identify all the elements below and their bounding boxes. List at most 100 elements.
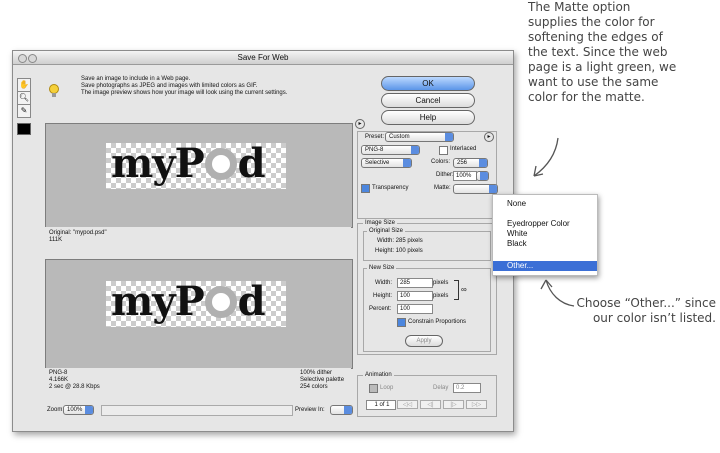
loop-label: Loop bbox=[380, 385, 394, 391]
optimized-image: myP d bbox=[106, 281, 286, 327]
palette-info: Selective palette bbox=[300, 377, 345, 383]
preview-in-browser-select[interactable] bbox=[330, 405, 353, 415]
ok-button[interactable]: OK bbox=[381, 76, 475, 91]
chevron-down-icon bbox=[411, 146, 419, 154]
info-line-3: The image preview shows how your image w… bbox=[81, 90, 288, 96]
image-size-title: Image Size bbox=[363, 219, 398, 227]
dither-slider-button[interactable] bbox=[476, 171, 489, 181]
chain-link-icon: ∞ bbox=[461, 285, 467, 294]
width-label: Width: bbox=[375, 280, 393, 286]
original-filename: Original: "mypod.psd" bbox=[49, 230, 107, 236]
apply-button[interactable]: Apply bbox=[405, 335, 443, 347]
chevron-down-icon bbox=[403, 159, 411, 167]
menu-item-black[interactable]: Black bbox=[493, 239, 597, 249]
constrain-bracket bbox=[454, 280, 459, 300]
cancel-button[interactable]: Cancel bbox=[381, 93, 475, 108]
title-bar[interactable]: Save For Web bbox=[13, 51, 513, 65]
colors-label: Colors: bbox=[431, 159, 451, 165]
height-unit: pixels bbox=[433, 293, 449, 299]
zoom-tool-icon[interactable]: 🔍︎ bbox=[17, 91, 31, 105]
width-field[interactable]: 285 bbox=[397, 278, 433, 288]
eyedropper-color-swatch[interactable] bbox=[17, 123, 31, 135]
logo-o-ring-icon bbox=[204, 148, 237, 180]
chevron-down-icon bbox=[85, 406, 93, 414]
browser-icon bbox=[344, 406, 352, 414]
info-line-2: Save photographs as JPEG and images with… bbox=[81, 83, 258, 89]
animation-group bbox=[357, 375, 497, 417]
dither-field[interactable]: 100% bbox=[453, 171, 477, 181]
menu-item-other[interactable]: Other... bbox=[493, 261, 597, 271]
optimized-preview-pane[interactable]: myP d bbox=[45, 259, 353, 369]
original-height: Height: 100 pixels bbox=[375, 248, 423, 254]
original-info-bar: Original: "mypod.psd" 111K bbox=[45, 227, 351, 257]
original-preview-pane[interactable]: myP d bbox=[45, 123, 353, 228]
annotation-arrow-down-icon bbox=[533, 137, 559, 177]
percent-field[interactable]: 100 bbox=[397, 304, 433, 314]
width-unit: pixels bbox=[433, 280, 449, 286]
original-size-box bbox=[363, 231, 491, 261]
original-image: myP d bbox=[106, 143, 286, 189]
animation-controls: ◁◁ ◁| |▷ ▷▷ bbox=[397, 400, 487, 409]
menu-item-eyedropper-color[interactable]: Eyedropper Color bbox=[493, 219, 597, 229]
animation-title: Animation bbox=[363, 371, 394, 379]
delay-label: Delay bbox=[433, 385, 449, 391]
next-frame-icon[interactable]: |▷ bbox=[443, 400, 464, 409]
optimized-info-bar: PNG-8 4.166K 2 sec @ 28.8 Kbps 100% dith… bbox=[45, 368, 351, 396]
first-frame-icon[interactable]: ◁◁ bbox=[397, 400, 418, 409]
preset-select[interactable]: Custom bbox=[385, 132, 454, 142]
mypod-logo: myP d bbox=[111, 140, 266, 187]
transparency-checkbox[interactable] bbox=[361, 184, 370, 193]
last-frame-icon[interactable]: ▷▷ bbox=[466, 400, 487, 409]
dither-info: 100% dither bbox=[300, 370, 333, 376]
matte-select[interactable] bbox=[453, 184, 498, 194]
preview-in-label: Preview In: bbox=[295, 407, 325, 413]
constrain-proportions-checkbox[interactable] bbox=[397, 318, 406, 327]
info-line-1: Save an image to include in a Web page. bbox=[81, 76, 191, 82]
zoom-select[interactable]: 100% bbox=[63, 405, 94, 415]
frame-counter: 1 of 1 bbox=[366, 400, 396, 410]
previous-frame-icon[interactable]: ◁| bbox=[420, 400, 441, 409]
loop-checkbox[interactable] bbox=[369, 384, 378, 393]
tip-lightbulb-icon bbox=[49, 84, 59, 98]
height-label: Height: bbox=[373, 293, 393, 299]
transparency-label: Transparency bbox=[372, 185, 409, 191]
height-field[interactable]: 100 bbox=[397, 291, 433, 301]
logo-o-ring-icon bbox=[204, 286, 237, 318]
menu-item-none[interactable]: None bbox=[493, 199, 597, 209]
delay-field[interactable]: 0.2 bbox=[453, 383, 481, 393]
interlaced-label: Interlaced bbox=[450, 146, 477, 152]
window-title: Save For Web bbox=[237, 53, 289, 62]
color-reduction-select[interactable]: Selective bbox=[361, 158, 412, 168]
original-width: Width: 285 pixels bbox=[377, 238, 423, 244]
interlaced-checkbox[interactable] bbox=[439, 146, 448, 155]
annotation-matte-note: The Matte option supplies the color for … bbox=[528, 0, 677, 104]
download-time: 2 sec @ 28.8 Kbps bbox=[49, 384, 100, 390]
hand-tool-icon[interactable]: ✋ bbox=[17, 78, 31, 92]
chevron-down-icon bbox=[479, 159, 487, 167]
settings-menu-arrow-icon[interactable]: ▸ bbox=[484, 132, 494, 142]
help-button[interactable]: Help bbox=[381, 110, 475, 125]
save-for-web-window: Save For Web ✋ 🔍︎ ✎ Save an image to inc… bbox=[12, 50, 514, 432]
format-select[interactable]: PNG-8 bbox=[361, 145, 420, 155]
percent-label: Percent: bbox=[369, 306, 392, 312]
menu-item-white[interactable]: White bbox=[493, 229, 597, 239]
colors-info: 254 colors bbox=[300, 384, 328, 390]
original-size-title: Original Size bbox=[367, 227, 406, 235]
expand-arrow-icon[interactable]: ▸ bbox=[355, 119, 365, 129]
chevron-right-icon bbox=[480, 172, 488, 180]
optimized-size: 4.166K bbox=[49, 377, 69, 383]
matte-label: Matte: bbox=[434, 185, 451, 191]
colors-select[interactable]: 256 bbox=[453, 158, 488, 168]
annotation-other-note: Choose “Other...” since our color isn’t … bbox=[576, 296, 716, 325]
matte-dropdown-menu: None Eyedropper Color White Black Other.… bbox=[492, 194, 598, 276]
chevron-down-icon bbox=[489, 185, 497, 193]
preset-label: Preset: bbox=[365, 134, 385, 140]
status-field bbox=[101, 405, 293, 416]
eyedropper-tool-icon[interactable]: ✎ bbox=[17, 104, 31, 118]
zoom-label: Zoom: bbox=[47, 407, 65, 413]
new-size-title: New Size bbox=[367, 264, 397, 272]
optimized-format: PNG-8 bbox=[49, 370, 68, 376]
chevron-down-icon bbox=[445, 133, 453, 141]
dither-label: Dither: bbox=[436, 172, 454, 178]
mypod-logo-optimized: myP d bbox=[111, 278, 266, 325]
